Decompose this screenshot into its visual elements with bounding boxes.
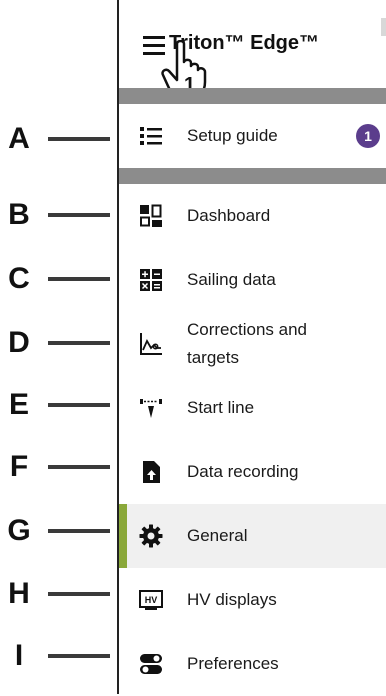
callout-letter: C: [8, 262, 30, 295]
menu-item-start-line[interactable]: Start line: [119, 376, 386, 440]
corrections-chart-icon: [140, 333, 162, 355]
menu-item-corrections-targets[interactable]: Corrections and targets: [119, 312, 386, 376]
callout-e: E: [0, 385, 118, 425]
menu-item-label: Data recording: [187, 462, 299, 481]
menu-item-sailing-data[interactable]: Sailing data: [119, 248, 386, 312]
notification-badge: 1: [356, 124, 380, 148]
leader-line: [48, 137, 110, 141]
menu-item-label: Dashboard: [187, 206, 271, 225]
callout-letter: G: [7, 514, 31, 547]
callout-i: I: [0, 636, 118, 676]
menu-item-hv-displays[interactable]: HV HV displays: [119, 568, 386, 632]
leader-line: [48, 592, 110, 596]
scrollbar[interactable]: [381, 18, 386, 36]
callout-letter: B: [8, 198, 30, 231]
list-icon: [140, 127, 162, 145]
leader-line: [48, 403, 110, 407]
leader-line: [48, 654, 110, 658]
callout-letter: A: [8, 122, 30, 155]
menu-item-data-recording[interactable]: Data recording: [119, 440, 386, 504]
callout-letter: D: [8, 326, 30, 359]
toggles-icon: [140, 654, 162, 674]
leader-line: [48, 465, 110, 469]
section-separator: [119, 88, 386, 104]
menu-item-label: HV displays: [187, 590, 277, 609]
svg-text:HV: HV: [145, 595, 158, 605]
drawer-header: Triton™ Edge™ 1: [119, 0, 386, 100]
dashboard-icon: [140, 204, 162, 227]
leader-line: [48, 277, 110, 281]
menu-item-general[interactable]: General: [119, 504, 386, 568]
callout-h: H: [0, 574, 118, 614]
callout-a: A: [0, 119, 118, 159]
menu-item-label: Setup guide: [187, 126, 278, 145]
callout-d: D: [0, 323, 118, 363]
callout-letter: F: [9, 450, 29, 483]
callout-column: A B C D E F G H I: [0, 0, 118, 694]
menu-item-label: Preferences: [187, 654, 279, 673]
menu-item-setup-guide[interactable]: Setup guide 1: [119, 104, 386, 168]
menu-item-label: Start line: [187, 398, 255, 417]
leader-line: [48, 213, 110, 217]
callout-g: G: [0, 511, 118, 551]
callout-letter: H: [8, 577, 30, 610]
callout-c: C: [0, 259, 118, 299]
menu-item-label: General: [187, 526, 248, 545]
start-line-icon: [140, 399, 162, 418]
hv-display-icon: HV: [139, 590, 163, 610]
callout-f: F: [0, 447, 118, 487]
callout-letter: E: [8, 388, 29, 421]
leader-line: [48, 529, 110, 533]
menu-item-dashboard[interactable]: Dashboard: [119, 184, 386, 248]
data-recording-icon: [143, 461, 160, 483]
callout-letter: I: [14, 639, 24, 672]
menu-item-label: Sailing data: [187, 270, 276, 289]
gear-icon: [139, 524, 163, 548]
menu-item-preferences[interactable]: Preferences: [119, 632, 386, 696]
section-separator: [119, 168, 386, 184]
navigation-drawer: Triton™ Edge™ 1 Setup guide 1 Dashboard: [117, 0, 386, 694]
leader-line: [48, 341, 110, 345]
callout-b: B: [0, 195, 118, 235]
menu-item-label: Corrections and targets: [187, 320, 308, 367]
sailing-data-icon: [140, 269, 162, 291]
